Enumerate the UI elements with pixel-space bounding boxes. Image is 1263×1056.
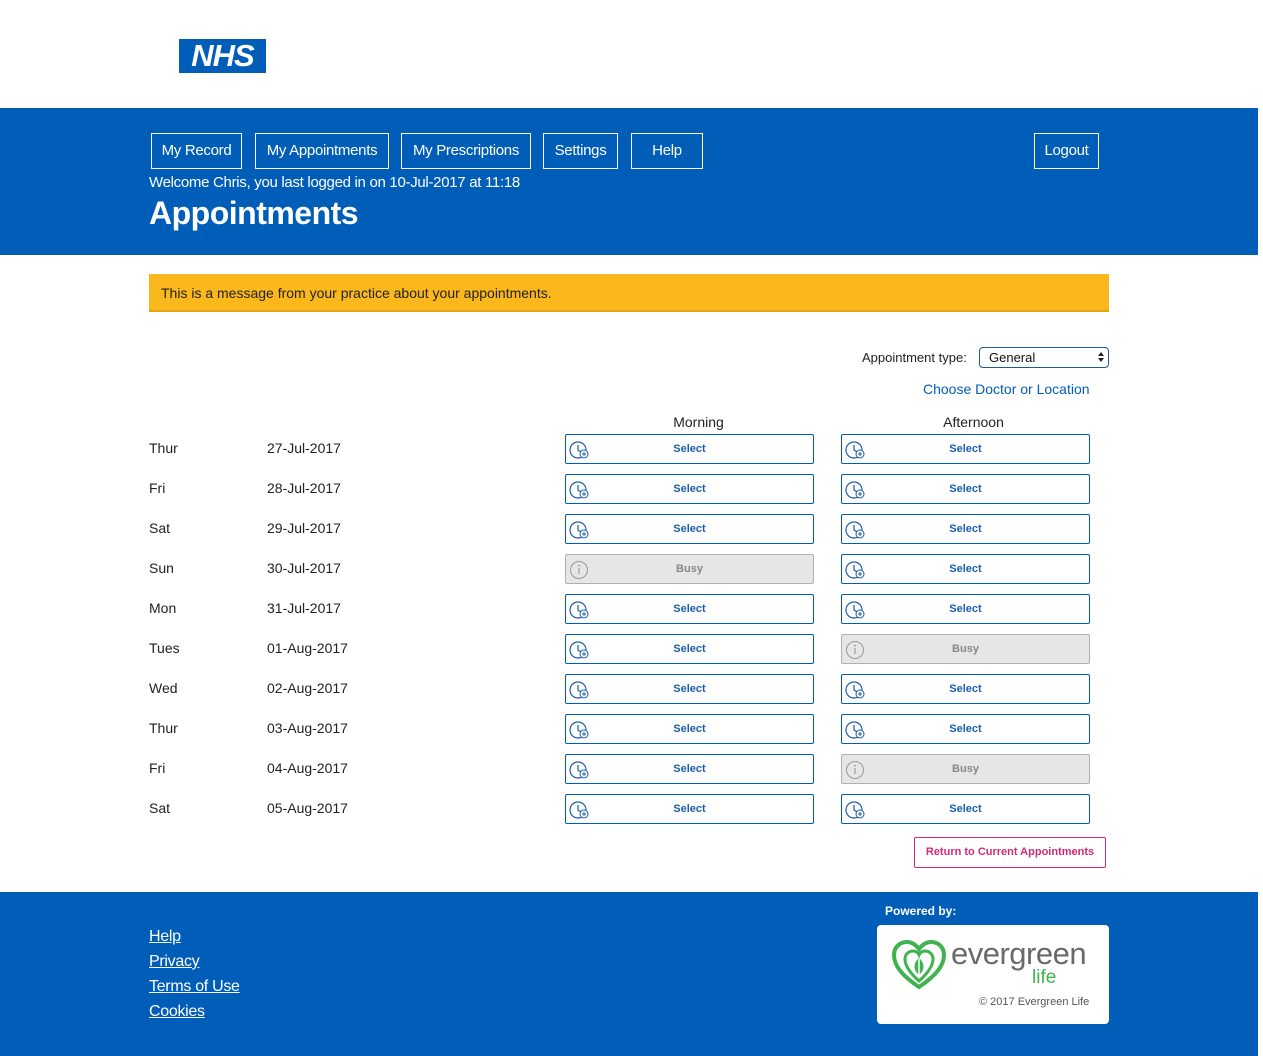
- welcome-text: Welcome Chris, you last logged in on 10-…: [149, 174, 520, 191]
- select-slot-button-morning[interactable]: Select: [565, 714, 814, 744]
- row-day: Thur: [149, 440, 178, 456]
- page-title: Appointments: [149, 195, 359, 231]
- evergreen-brand-word: evergreen: [951, 936, 1087, 971]
- row-date: 05-Aug-2017: [267, 800, 348, 816]
- select-slot-button-afternoon[interactable]: Select: [841, 714, 1090, 744]
- logout-button[interactable]: Logout: [1034, 133, 1099, 169]
- select-slot-button-afternoon[interactable]: Select: [841, 794, 1090, 824]
- row-day: Mon: [149, 600, 177, 616]
- slot-label: Select: [673, 523, 706, 535]
- header: My Record My Appointments My Prescriptio…: [0, 108, 1258, 255]
- column-header-morning: Morning: [673, 414, 724, 430]
- nav-my-prescriptions[interactable]: My Prescriptions: [401, 133, 531, 169]
- slot-label: Select: [673, 723, 706, 735]
- row-date: 27-Jul-2017: [267, 440, 341, 456]
- evergreen-heart-icon: [891, 939, 947, 990]
- footer-link-terms[interactable]: Terms of Use: [149, 978, 240, 996]
- row-date: 03-Aug-2017: [267, 720, 348, 736]
- select-slot-button-afternoon[interactable]: Select: [841, 674, 1090, 704]
- select-slot-button-afternoon[interactable]: Select: [841, 514, 1090, 544]
- row-date: 01-Aug-2017: [267, 640, 348, 656]
- row-date: 04-Aug-2017: [267, 760, 348, 776]
- row-day: Sat: [149, 800, 171, 816]
- slot-label: Select: [673, 803, 706, 815]
- slot-label: Select: [673, 683, 706, 695]
- slot-label: Select: [949, 723, 982, 735]
- nav-help[interactable]: Help: [631, 133, 703, 169]
- busy-slot-afternoon: Busy: [841, 754, 1090, 784]
- logo-area: NHS: [0, 0, 1263, 108]
- select-arrows-icon: [1098, 352, 1104, 362]
- slot-label: Select: [673, 483, 706, 495]
- select-slot-button-morning[interactable]: Select: [565, 794, 814, 824]
- nav-my-record[interactable]: My Record: [151, 133, 242, 169]
- evergreen-copyright: © 2017 Evergreen Life: [979, 996, 1090, 1008]
- select-slot-button-afternoon[interactable]: Select: [841, 474, 1090, 504]
- powered-by-label: Powered by:: [885, 904, 957, 918]
- slot-label: Select: [673, 643, 706, 655]
- busy-slot-morning: Busy: [565, 554, 814, 584]
- row-day: Thur: [149, 720, 178, 736]
- select-slot-button-morning[interactable]: Select: [565, 434, 814, 464]
- evergreen-brand-life: life: [1032, 967, 1057, 988]
- evergreen-life-logo: evergreen life © 2017 Evergreen Life: [877, 925, 1109, 1024]
- choose-doctor-link[interactable]: Choose Doctor or Location: [923, 381, 1090, 397]
- slot-label: Busy: [952, 763, 979, 775]
- select-slot-button-morning[interactable]: Select: [565, 474, 814, 504]
- slot-label: Select: [949, 523, 982, 535]
- footer-link-privacy[interactable]: Privacy: [149, 953, 200, 971]
- row-day: Fri: [149, 480, 166, 496]
- slot-label: Select: [673, 603, 706, 615]
- appointment-type-label: Appointment type:: [862, 350, 967, 365]
- column-header-afternoon: Afternoon: [943, 414, 1004, 430]
- footer-link-cookies[interactable]: Cookies: [149, 1003, 205, 1021]
- row-date: 31-Jul-2017: [267, 600, 341, 616]
- nav-settings[interactable]: Settings: [543, 133, 618, 169]
- select-slot-button-morning[interactable]: Select: [565, 594, 814, 624]
- slot-label: Select: [949, 563, 982, 575]
- slot-label: Select: [949, 683, 982, 695]
- row-day: Tues: [149, 640, 180, 656]
- slot-label: Select: [949, 483, 982, 495]
- nav-my-appointments[interactable]: My Appointments: [255, 133, 389, 169]
- row-date: 30-Jul-2017: [267, 560, 341, 576]
- slot-label: Select: [949, 443, 982, 455]
- select-slot-button-morning[interactable]: Select: [565, 754, 814, 784]
- footer-link-help[interactable]: Help: [149, 928, 181, 946]
- slot-label: Busy: [676, 563, 703, 575]
- select-slot-button-morning[interactable]: Select: [565, 514, 814, 544]
- row-day: Sun: [149, 560, 174, 576]
- slot-label: Select: [949, 603, 982, 615]
- row-day: Fri: [149, 760, 166, 776]
- return-to-current-appointments-button[interactable]: Return to Current Appointments: [914, 837, 1106, 868]
- select-slot-button-afternoon[interactable]: Select: [841, 554, 1090, 584]
- row-date: 28-Jul-2017: [267, 480, 341, 496]
- footer: Help Privacy Terms of Use Cookies Powere…: [0, 892, 1258, 1056]
- row-date: 29-Jul-2017: [267, 520, 341, 536]
- appointment-type-value: General: [989, 350, 1036, 365]
- slot-label: Select: [673, 763, 706, 775]
- slot-label: Select: [673, 443, 706, 455]
- row-day: Wed: [149, 680, 178, 696]
- select-slot-button-afternoon[interactable]: Select: [841, 594, 1090, 624]
- slot-label: Busy: [952, 643, 979, 655]
- row-day: Sat: [149, 520, 171, 536]
- practice-message: This is a message from your practice abo…: [149, 274, 1109, 312]
- busy-slot-afternoon: Busy: [841, 634, 1090, 664]
- row-date: 02-Aug-2017: [267, 680, 348, 696]
- nhs-logo: NHS: [179, 39, 266, 73]
- slot-label: Select: [949, 803, 982, 815]
- select-slot-button-morning[interactable]: Select: [565, 634, 814, 664]
- select-slot-button-afternoon[interactable]: Select: [841, 434, 1090, 464]
- select-slot-button-morning[interactable]: Select: [565, 674, 814, 704]
- appointment-type-select[interactable]: General: [979, 347, 1109, 368]
